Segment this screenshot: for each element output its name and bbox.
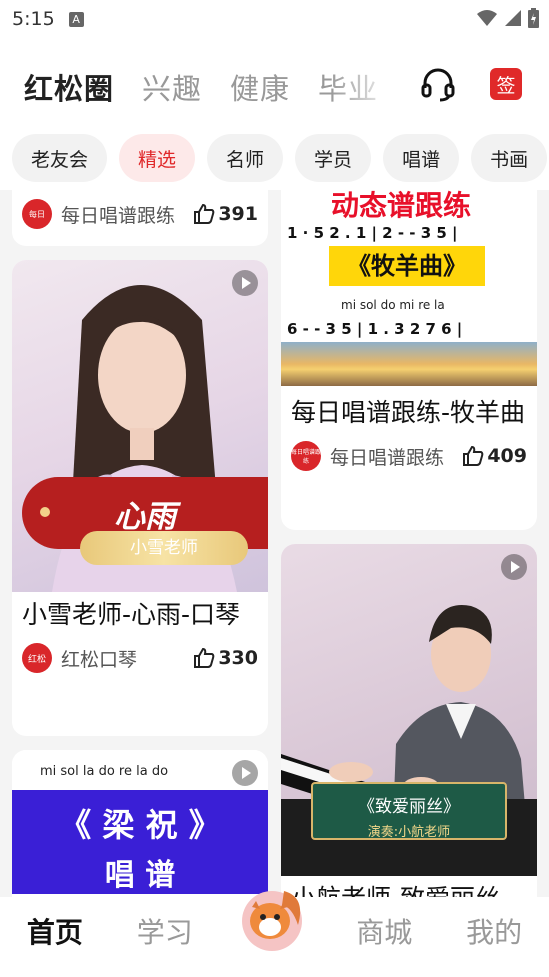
like-count[interactable]: 330 <box>193 647 258 669</box>
author-name[interactable]: 每日唱谱跟练 <box>330 443 454 470</box>
chip-sing-score[interactable]: 唱谱 <box>383 134 460 182</box>
feed-card[interactable]: 心雨 小雪老师 小雪老师-心雨-口琴 红松 红松口琴 330 <box>12 260 268 736</box>
status-icons <box>476 8 539 28</box>
card-title[interactable]: 每日唱谱跟练-牧羊曲 <box>281 386 537 432</box>
nav-learn[interactable]: 学习 <box>110 911 220 951</box>
author-avatar: 每日唱谱跟练 <box>291 441 321 471</box>
nav-home[interactable]: 首页 <box>0 911 110 951</box>
nav-me[interactable]: 我的 <box>439 911 549 951</box>
headset-icon[interactable] <box>420 68 456 102</box>
feed-card[interactable]: 《致爱丽丝》 演奏:小航老师 小航老师-致爱丽丝 <box>281 544 537 897</box>
battery-icon <box>528 8 539 28</box>
status-time: 5:15 <box>12 8 55 30</box>
notification-a-icon: A <box>68 11 84 27</box>
wifi-icon <box>477 10 497 26</box>
nav-mall[interactable]: 商城 <box>329 911 439 951</box>
score-line: mi sol la do re la do <box>40 764 169 779</box>
thumbs-up-icon <box>194 647 215 668</box>
plaque-title: 《致爱丽丝》 <box>358 797 460 817</box>
author-name[interactable]: 每日唱谱跟练 <box>61 201 185 228</box>
score-bottom-line: 6 - - 3 5 | 1 . 3 2 7 6 | <box>287 320 463 338</box>
squirrel-mascot-icon <box>241 891 302 951</box>
top-tabs: 红松圈 兴趣 健康 毕业 <box>21 66 378 110</box>
score-banner: 《 梁 祝 》 唱 谱 <box>12 790 268 894</box>
category-chips: 老友会 精选 名师 学员 唱谱 书画 <box>0 126 549 190</box>
play-icon <box>232 270 258 296</box>
tab-health[interactable]: 健康 <box>230 66 290 108</box>
signal-icon <box>505 10 521 26</box>
author-name[interactable]: 红松口琴 <box>61 645 185 672</box>
author-avatar: 红松 <box>22 643 52 673</box>
score-banner-line1: 《 梁 祝 》 <box>59 806 221 844</box>
content-feed: 每日 每日唱谱跟练 391 心雨 小雪老师 小雪老师-心雨-口琴 红松 红松口琴… <box>0 190 549 897</box>
tab-hongsongquan[interactable]: 红松圈 <box>21 66 117 110</box>
bottom-nav: 首页 学习 商城 我的 <box>0 891 549 977</box>
top-header: 红松圈 兴趣 健康 毕业 签 <box>0 38 549 126</box>
play-icon <box>501 554 527 580</box>
score-top-line: 1 · 5 2 . 1 | 2 - - 3 5 | <box>287 224 458 242</box>
video-thumbnail[interactable]: 动态谱跟练 1 · 5 2 . 1 | 2 - - 3 5 | 《牧羊曲》 mi… <box>281 190 537 386</box>
sunset-image <box>281 342 537 386</box>
song-banner: 《牧羊曲》 <box>329 246 485 286</box>
plaque-subtitle: 演奏:小航老师 <box>367 825 451 840</box>
like-count-value: 330 <box>218 647 258 669</box>
thumbs-up-icon <box>463 445 484 466</box>
feed-card[interactable]: mi sol la do re la do 《 梁 祝 》 唱 谱 <box>12 750 268 897</box>
card-meta: 红松 红松口琴 330 <box>12 638 268 678</box>
tabs-fade <box>330 58 400 108</box>
chip-famous-teachers[interactable]: 名师 <box>207 134 284 182</box>
chip-calligraphy[interactable]: 书画 <box>471 134 548 182</box>
ribbon-subtitle: 小雪老师 <box>80 531 248 565</box>
chip-featured[interactable]: 精选 <box>119 134 196 182</box>
score-banner-line2: 唱 谱 <box>104 858 176 893</box>
video-thumbnail[interactable]: 《致爱丽丝》 演奏:小航老师 <box>281 544 537 876</box>
solfege-line: mi sol do mi re la <box>341 298 445 312</box>
author-avatar: 每日 <box>22 199 52 229</box>
thumbs-up-icon <box>194 203 215 224</box>
like-count[interactable]: 409 <box>462 445 527 467</box>
sign-in-button[interactable]: 签 <box>490 68 522 100</box>
like-count-value: 409 <box>487 445 527 467</box>
status-bar: 5:15 A <box>0 0 549 38</box>
chip-students[interactable]: 学员 <box>295 134 372 182</box>
feed-card[interactable]: 每日 每日唱谱跟练 391 <box>12 190 268 246</box>
ribbon-title: 心雨 <box>114 499 176 535</box>
card-title[interactable]: 小航老师-致爱丽丝 <box>281 876 537 897</box>
play-icon <box>232 760 258 786</box>
card-meta: 每日 每日唱谱跟练 391 <box>12 194 268 234</box>
chip-old-friends[interactable]: 老友会 <box>12 134 108 182</box>
piece-plaque: 《致爱丽丝》 演奏:小航老师 <box>311 782 507 840</box>
video-thumbnail[interactable]: mi sol la do re la do 《 梁 祝 》 唱 谱 <box>12 750 268 897</box>
dynamic-score-banner: 动态谱跟练 <box>331 190 472 222</box>
video-thumbnail[interactable]: 心雨 小雪老师 <box>12 260 268 592</box>
card-meta: 每日唱谱跟练 每日唱谱跟练 409 <box>281 436 537 476</box>
tab-interest[interactable]: 兴趣 <box>142 66 202 108</box>
like-count[interactable]: 391 <box>193 203 258 225</box>
like-count-value: 391 <box>218 203 258 225</box>
feed-card[interactable]: 动态谱跟练 1 · 5 2 . 1 | 2 - - 3 5 | 《牧羊曲》 mi… <box>281 190 537 530</box>
card-title[interactable]: 小雪老师-心雨-口琴 <box>12 592 268 634</box>
